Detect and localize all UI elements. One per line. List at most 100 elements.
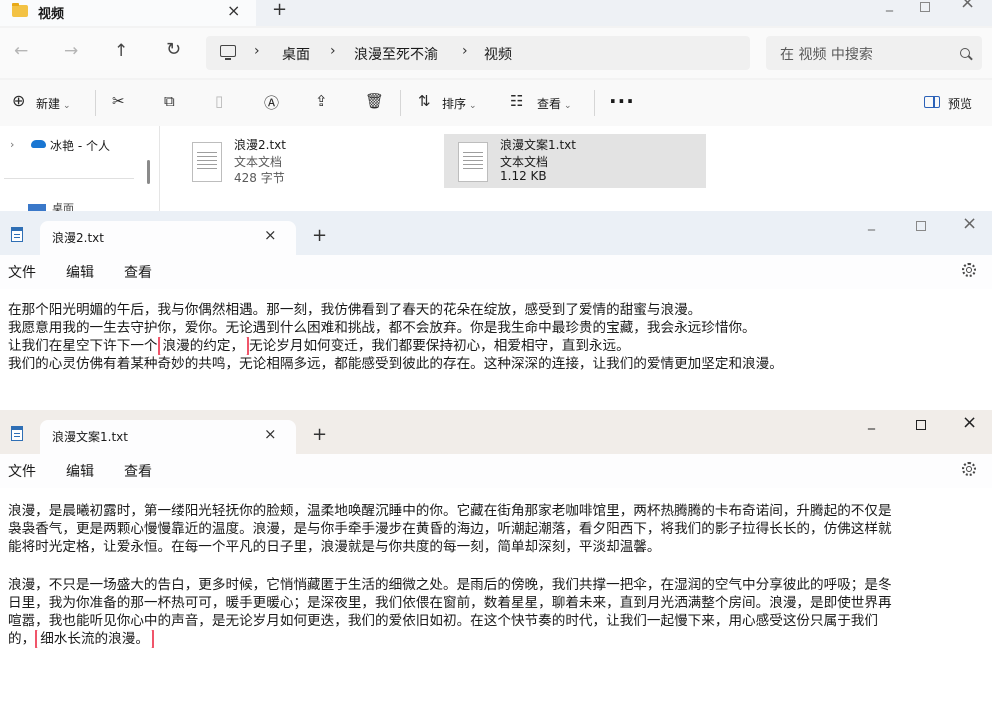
menu-view[interactable]: 查看: [124, 461, 152, 481]
breadcrumb-item-videos[interactable]: 视频: [484, 44, 512, 64]
notepad-text-area[interactable]: 浪漫，是晨曦初露时，第一缕阳光轻抚你的脸颊，温柔地唤醒沉睡中的你。它藏在街角那家…: [0, 502, 992, 648]
close-window-icon[interactable]: ×: [962, 213, 977, 234]
share-icon[interactable]: ⇪: [315, 92, 328, 110]
notepad-window-1: 浪漫2.txt × + _ × 文件 编辑 查看 在那个阳光明媚的午后，我与你偶…: [0, 211, 992, 411]
file-explorer-window: 视频 × + _ × ← → ↑ ↻ › 桌面 › 浪漫至死不渝 › 视频 在 …: [0, 0, 992, 212]
menu-file[interactable]: 文件: [8, 461, 36, 481]
new-tab-button[interactable]: +: [312, 424, 327, 445]
paste-icon[interactable]: ▯: [215, 92, 223, 110]
sort-button[interactable]: 排序 ⌄: [442, 95, 477, 112]
file-size: 428 字节: [234, 171, 285, 185]
notepad-tab-title: 浪漫文案1.txt: [52, 430, 128, 444]
explorer-tab-title: 视频: [38, 7, 65, 22]
close-tab-icon[interactable]: ×: [264, 425, 277, 443]
menu-view[interactable]: 查看: [124, 262, 152, 282]
copy-icon[interactable]: ⧉: [164, 92, 175, 110]
notepad-titlebar: 浪漫2.txt × + _ ×: [0, 211, 992, 255]
notepad-menubar: 文件 编辑 查看: [0, 454, 992, 488]
toolbar-divider: [95, 90, 96, 116]
preview-button[interactable]: 预览: [948, 95, 972, 112]
explorer-titlebar: 视频 × + _ ×: [0, 0, 992, 26]
navigation-pane: › 冰艳 - 个人 桌面: [0, 126, 160, 212]
more-options-button[interactable]: ···: [609, 89, 635, 113]
search-input[interactable]: 在 视频 中搜索: [766, 36, 982, 70]
breadcrumb-item-folder[interactable]: 浪漫至死不渝: [354, 44, 438, 64]
nav-divider: [4, 178, 134, 179]
minimize-icon[interactable]: _: [868, 215, 875, 231]
maximize-icon[interactable]: [920, 2, 930, 12]
new-plus-icon[interactable]: ⊕: [12, 91, 25, 110]
settings-gear-icon[interactable]: [962, 263, 976, 277]
menu-file[interactable]: 文件: [8, 262, 36, 282]
notepad-app-icon: [11, 426, 23, 441]
nav-item-onedrive[interactable]: 冰艳 - 个人: [50, 137, 110, 154]
expand-chevron-icon[interactable]: ›: [10, 138, 14, 151]
menu-edit[interactable]: 编辑: [66, 262, 94, 282]
address-bar[interactable]: › 桌面 › 浪漫至死不渝 › 视频: [206, 36, 750, 70]
notepad-tab[interactable]: 浪漫文案1.txt ×: [40, 420, 296, 454]
new-tab-button[interactable]: +: [312, 225, 327, 246]
notepad-tab[interactable]: 浪漫2.txt ×: [40, 221, 296, 255]
file-type: 文本文档: [500, 155, 549, 169]
file-item[interactable]: 浪漫2.txt 文本文档 428 字节: [178, 134, 440, 188]
explorer-content: › 冰艳 - 个人 桌面 浪漫2.txt 文本文档 428 字节 浪漫文案1.t…: [0, 126, 992, 212]
notepad-app-icon: [11, 227, 23, 242]
text-line: 浪漫，不只是一场盛大的告白，更多时候，它悄悄藏匿于生活的细微之处。是雨后的傍晚，…: [8, 577, 892, 593]
close-window-icon[interactable]: ×: [960, 0, 975, 13]
forward-arrow-icon[interactable]: →: [64, 41, 78, 61]
text-line: 浪漫，是晨曦初露时，第一缕阳光轻抚你的脸颊，温柔地唤醒沉睡中的你。它藏在街角那家…: [8, 503, 892, 519]
breadcrumb-item-desktop[interactable]: 桌面: [282, 44, 310, 64]
new-button-label: 新建: [36, 97, 61, 111]
minimize-icon[interactable]: _: [868, 414, 875, 430]
refresh-icon[interactable]: ↻: [166, 39, 181, 60]
text-line: 袅袅香气，更是两颗心慢慢靠近的温度。浪漫，是与你手牵手漫步在黄昏的海边，听潮起潮…: [8, 521, 892, 537]
file-name: 浪漫2.txt: [234, 138, 286, 152]
onedrive-cloud-icon: [31, 140, 46, 148]
notepad-menubar: 文件 编辑 查看: [0, 255, 992, 289]
menu-edit[interactable]: 编辑: [66, 461, 94, 481]
text-line: 的， 细水长流的浪漫。: [8, 630, 984, 648]
address-row: ← → ↑ ↻ › 桌面 › 浪漫至死不渝 › 视频 在 视频 中搜索: [0, 28, 992, 78]
view-button[interactable]: 查看 ⌄: [537, 95, 572, 112]
chevron-down-icon: ⌄: [564, 101, 572, 111]
settings-gear-icon[interactable]: [962, 462, 976, 476]
up-arrow-icon[interactable]: ↑: [114, 41, 128, 61]
file-size: 1.12 KB: [500, 169, 547, 183]
text-segment: 无论岁月如何变迁，我们都要保持初心，相爱相守，直到永远。: [249, 338, 630, 354]
notepad-window-2: 浪漫文案1.txt × + _ × 文件 编辑 查看 浪漫，是晨曦初露时，第一缕…: [0, 410, 992, 728]
text-file-icon: [458, 142, 488, 182]
rename-icon[interactable]: Ⓐ: [264, 92, 279, 113]
new-button[interactable]: 新建 ⌄: [36, 95, 71, 112]
chevron-down-icon: ⌄: [63, 101, 71, 111]
new-tab-button[interactable]: +: [272, 0, 287, 20]
notepad-text-area[interactable]: 在那个阳光明媚的午后，我与你偶然相遇。那一刻，我仿佛看到了春天的花朵在绽放，感受…: [0, 301, 992, 373]
text-file-icon: [192, 142, 222, 182]
search-placeholder: 在 视频 中搜索: [780, 47, 873, 63]
file-item-selected[interactable]: 浪漫文案1.txt 文本文档 1.12 KB: [444, 134, 706, 188]
minimize-icon[interactable]: _: [886, 0, 893, 12]
toolbar-divider: [594, 90, 595, 116]
notepad-tab-title: 浪漫2.txt: [52, 231, 104, 245]
folder-icon: [12, 3, 28, 17]
view-icon[interactable]: ☷: [510, 92, 523, 110]
back-arrow-icon[interactable]: ←: [14, 41, 28, 61]
cut-icon[interactable]: ✂: [112, 92, 125, 110]
computer-icon: [220, 45, 236, 60]
maximize-icon[interactable]: [916, 221, 926, 231]
breadcrumb-separator-icon: ›: [330, 43, 336, 59]
maximize-icon[interactable]: [916, 420, 926, 430]
file-name: 浪漫文案1.txt: [500, 138, 576, 152]
nav-scrollbar[interactable]: [147, 160, 150, 184]
close-tab-icon[interactable]: ×: [227, 1, 240, 20]
close-window-icon[interactable]: ×: [962, 412, 977, 433]
close-tab-icon[interactable]: ×: [264, 226, 277, 244]
text-line: 日里，我为你准备的那一杯热可可，暖手更暖心；是深夜里，我们依偎在窗前，数着星星，…: [8, 595, 892, 611]
text-line: 让我们在星空下许下一个 浪漫的约定， 无论岁月如何变迁，我们都要保持初心，相爱相守，…: [8, 337, 984, 355]
sort-icon[interactable]: ⇅: [418, 92, 431, 110]
preview-pane-icon[interactable]: [924, 96, 940, 108]
explorer-tab[interactable]: 视频 ×: [0, 0, 256, 26]
delete-icon[interactable]: 🗑: [365, 92, 384, 110]
text-segment: 的，: [8, 631, 36, 647]
highlighted-text: 细水长流的浪漫。: [35, 630, 154, 648]
highlighted-text: 浪漫的约定，: [157, 337, 250, 355]
